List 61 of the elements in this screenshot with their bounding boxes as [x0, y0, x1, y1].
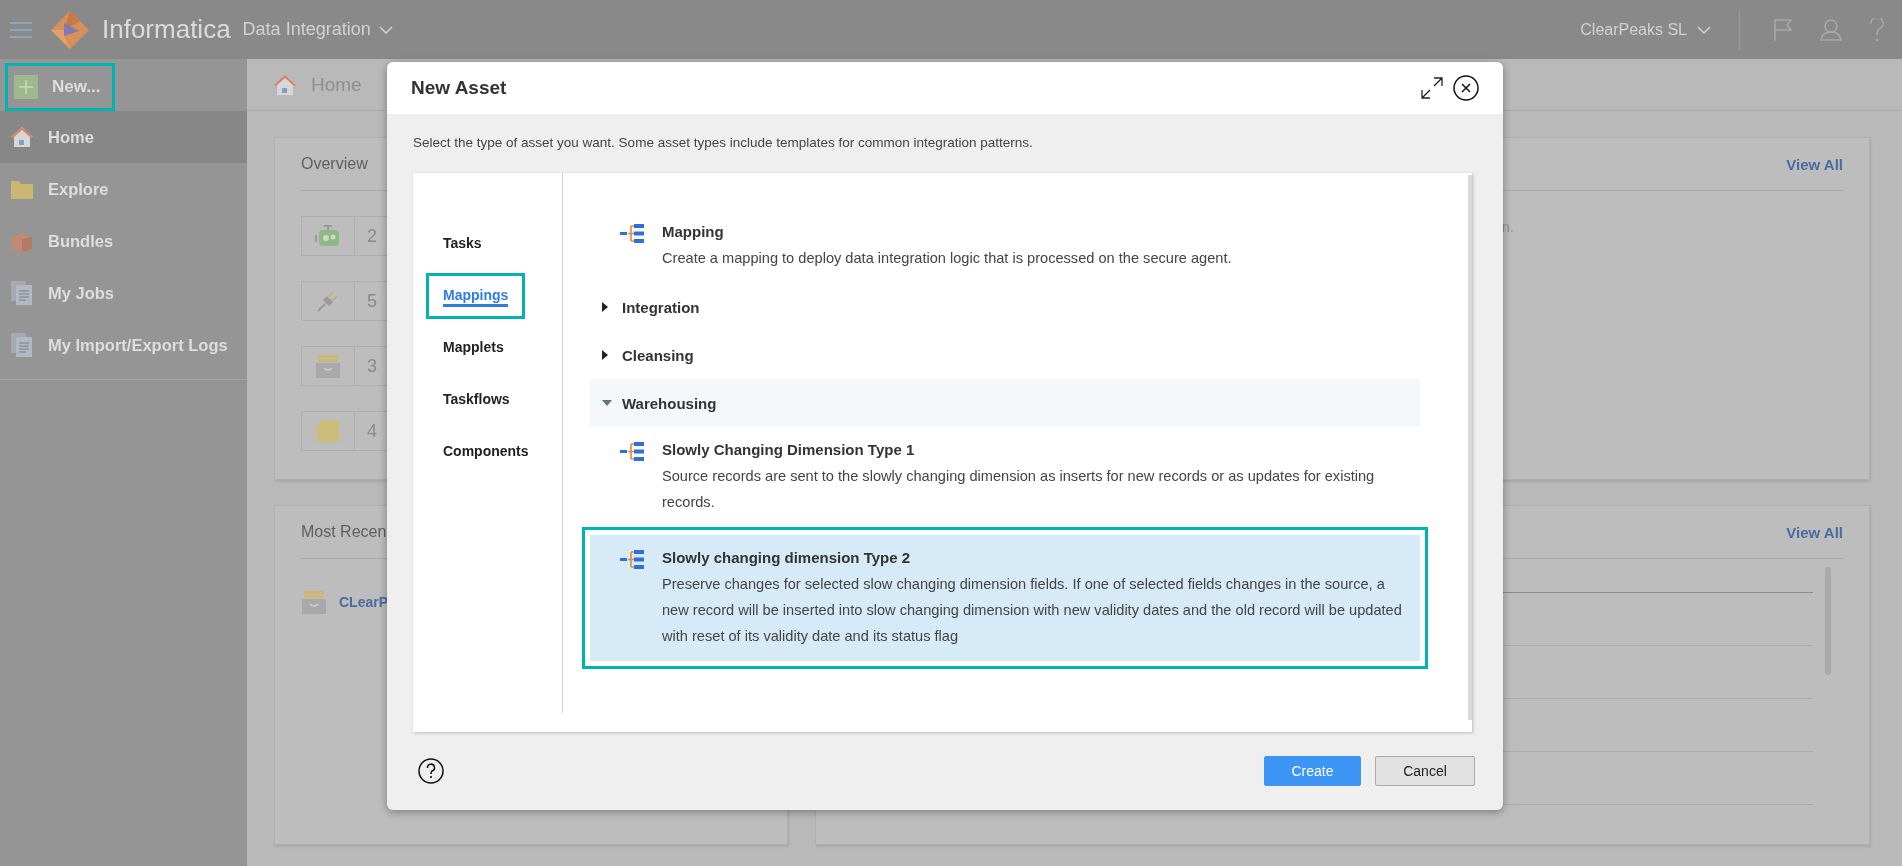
category-tab[interactable]: Tasks [443, 233, 482, 255]
category-group[interactable]: Integration [590, 283, 1420, 331]
robot-icon [315, 225, 341, 247]
category-tab[interactable]: Mapplets [443, 337, 504, 359]
organization-name[interactable]: ClearPeaks SL [1580, 20, 1687, 39]
menu-icon[interactable] [10, 21, 32, 38]
brand-name: Informatica [102, 14, 231, 45]
chevron-down-icon[interactable] [1697, 25, 1711, 34]
dialog-title: New Asset [411, 77, 508, 99]
archive-box-icon [315, 353, 341, 379]
asset-description: Preserve changes for selected slow changing dimension fields. If one of selected fields changes in the source, a new record will be inserted into slow changing dimension with new validity dates and the old record will be updated with reset of its validity date and its status flag [662, 575, 1403, 646]
folder-icon [10, 178, 34, 200]
instruction-text: Select the type of asset you want. Some asset types include templates for common integration patterns. [412, 134, 1034, 152]
asset-option[interactable]: Mapping Create a mapping to deploy data integration logic that is processed on the secure agent. [590, 209, 1420, 283]
documents-icon [10, 280, 34, 306]
logo-icon [50, 9, 90, 50]
category-tab[interactable]: Taskflows [443, 389, 510, 411]
note-icon [316, 419, 340, 443]
asset-title: Slowly changing dimension Type 2 [662, 548, 912, 568]
category-tab[interactable]: Mappings [443, 285, 509, 307]
cancel-button[interactable]: Cancel [1375, 756, 1475, 786]
house-icon [273, 72, 297, 97]
caret-right-icon [602, 302, 608, 312]
plug-icon [316, 289, 340, 313]
mapping-icon [620, 441, 644, 461]
sidebar-item[interactable]: Explore [0, 163, 247, 215]
documents-icon [10, 332, 34, 358]
caret-right-icon [602, 350, 608, 360]
plus-icon [14, 75, 38, 99]
category-group[interactable]: Cleansing [590, 331, 1420, 379]
sidebar-item[interactable]: Bundles [0, 215, 247, 267]
category-group[interactable]: Warehousing [590, 379, 1420, 427]
product-name[interactable]: Data Integration [242, 19, 371, 40]
caret-down-icon [602, 400, 612, 406]
category-tab[interactable]: Components [443, 441, 529, 463]
help-icon[interactable] [418, 758, 444, 784]
close-icon[interactable] [1453, 75, 1479, 101]
sidebar-item[interactable]: Home [0, 111, 247, 163]
scrollbar[interactable] [1468, 175, 1472, 720]
flag-icon[interactable] [1774, 18, 1792, 41]
chevron-down-icon[interactable] [378, 25, 393, 34]
asset-title: Slowly Changing Dimension Type 1 [662, 440, 916, 460]
asset-title: Mapping [662, 222, 725, 242]
recent-item-link[interactable]: CLearP [339, 594, 389, 610]
asset-description: Create a mapping to deploy data integration logic that is processed on the secure agent. [662, 249, 1232, 268]
view-all-link[interactable]: View All [1786, 523, 1843, 541]
sidebar-item[interactable]: My Import/Export Logs [0, 319, 247, 371]
card-title: Most Recen [301, 523, 387, 541]
new-button[interactable]: New... [5, 63, 115, 111]
archive-box-icon [301, 589, 327, 615]
expand-icon[interactable] [1421, 77, 1443, 99]
house-icon [10, 125, 34, 149]
user-icon[interactable] [1820, 18, 1842, 41]
asset-description: Source records are sent to the slowly changing dimension as inserts for new records or as updates for existing records. [662, 467, 1376, 512]
card-title: Overview [301, 155, 368, 173]
mapping-icon [620, 549, 644, 569]
mapping-icon [620, 223, 644, 243]
view-all-link[interactable]: View All [1786, 155, 1843, 173]
sidebar-item[interactable]: My Jobs [0, 267, 247, 319]
asset-option[interactable]: Slowly Changing Dimension Type 1 Source records are sent to the slowly changing dimension as inserts for new records or as updates for existing records. [590, 427, 1420, 527]
create-button[interactable]: Create [1264, 756, 1361, 786]
